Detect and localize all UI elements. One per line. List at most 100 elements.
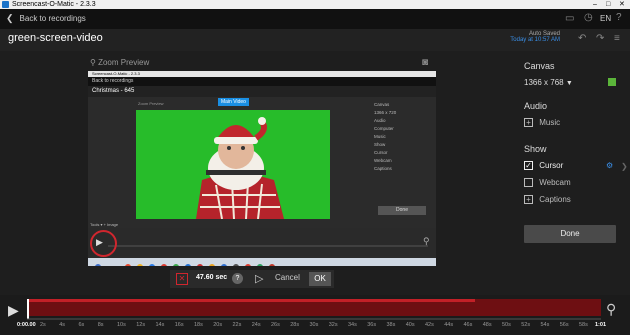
cursor-checkbox[interactable]: ✓ — [524, 161, 533, 171]
taskbar-icons — [95, 264, 275, 266]
current-time: 0:00.00 — [17, 322, 36, 328]
chat-icon[interactable]: ▭ — [565, 13, 574, 24]
timeline-tick-label: 38s — [386, 322, 396, 328]
chevron-left-icon: ❮ — [6, 13, 14, 23]
help-icon[interactable]: ? — [232, 273, 243, 284]
santa-figure — [196, 117, 284, 219]
webcam-label: Webcam — [539, 178, 571, 187]
app-topbar — [0, 9, 630, 29]
history-icon[interactable]: ◷ — [584, 12, 593, 23]
timeline-tick-label: 32s — [328, 322, 338, 328]
inner-window-title: Screencast-O-Matic - 2.3.3 — [92, 71, 140, 76]
plus-icon: + — [524, 195, 533, 205]
project-name[interactable]: green-screen-video — [8, 32, 103, 44]
playhead[interactable] — [27, 299, 29, 319]
timeline-tick-label: 46s — [463, 322, 473, 328]
end-time: 1:01 — [595, 322, 607, 328]
inner-captions: Captions — [374, 166, 392, 171]
close-button[interactable]: ✕ — [619, 0, 625, 9]
webcam-checkbox[interactable] — [524, 178, 533, 188]
play-selection-icon[interactable]: ▷ — [255, 272, 263, 285]
cut-duration: 47.60 sec — [196, 274, 228, 281]
inner-cursor: Cursor — [374, 150, 388, 155]
inner-canvas-label: Canvas — [374, 102, 390, 107]
timeline-tick-label: 14s — [155, 322, 165, 328]
inner-project-header: Christmas - 645 — [88, 86, 436, 97]
timeline-tick-label: 20s — [213, 322, 223, 328]
inner-webcam: Webcam — [374, 158, 392, 163]
ok-button[interactable]: OK — [309, 272, 331, 286]
menu-icon[interactable]: ≡ — [614, 33, 620, 44]
help-icon[interactable]: ? — [616, 12, 622, 23]
timeline-tick-label: 42s — [425, 322, 434, 328]
timeline-tick-label: 2s — [40, 322, 46, 328]
timeline-tick-label: 10s — [117, 322, 126, 328]
minimize-button[interactable]: – — [593, 0, 597, 9]
caret-down-icon: ▼ — [565, 80, 573, 87]
app-icon — [2, 1, 9, 8]
timeline-ruler: 0:00.00 2s 4s 6s 8s 10s 12s 14s 16s 18s 20s 22s 24s… — [0, 318, 630, 335]
canvas-size-value: 1366 x 768 — [524, 78, 564, 87]
inner-computer: Computer — [374, 126, 394, 131]
canvas-color-swatch[interactable] — [608, 78, 616, 86]
redo-icon[interactable]: ↷ — [596, 33, 604, 44]
timeline-tick-label: 18s — [194, 322, 203, 328]
camera-icon[interactable]: ◙ — [422, 57, 428, 68]
window-titlebar: Screencast-O-Matic - 2.3.3 – □ ✕ — [0, 0, 630, 9]
timeline-tick-label: 6s — [78, 322, 85, 328]
inner-show-label: Show — [374, 142, 386, 147]
plus-icon: + — [524, 118, 533, 128]
done-button[interactable]: Done — [524, 225, 616, 243]
chevron-right-icon[interactable]: ❯ — [621, 162, 628, 171]
timeline-tick-label: 30s — [309, 322, 319, 328]
inner-timeline-ruler — [108, 245, 428, 247]
cut-delete-icon[interactable]: ✕ — [176, 273, 188, 285]
captions-option[interactable]: + Captions — [524, 195, 571, 205]
timeline-tick-label: 50s — [502, 322, 511, 328]
cursor-option[interactable]: ✓ Cursor — [524, 161, 564, 171]
canvas-size-select[interactable]: 1366 x 768 ▼ — [524, 78, 573, 87]
preview-play-icon[interactable]: ▶ — [96, 237, 103, 248]
back-to-recordings-link[interactable]: ❮ Back to recordings — [6, 13, 86, 24]
timeline-selection[interactable] — [27, 299, 475, 302]
inner-zoom-preview: Zoom Preview — [138, 101, 164, 106]
search-icon: ⚲ — [90, 58, 96, 67]
webcam-option[interactable]: Webcam — [524, 178, 571, 188]
cursor-label: Cursor — [539, 161, 564, 170]
audio-heading: Audio — [524, 101, 548, 111]
music-label: Music — [539, 118, 561, 127]
maximize-button[interactable]: □ — [606, 0, 610, 9]
language-button[interactable]: EN — [600, 14, 611, 23]
video-preview[interactable]: Screencast-O-Matic - 2.3.3 Back to recor… — [88, 71, 436, 266]
timeline-tick-label: 40s — [405, 322, 415, 328]
back-label: Back to recordings — [19, 14, 86, 23]
music-option[interactable]: + Music — [524, 118, 561, 128]
timeline-tick-label: 58s — [579, 322, 588, 328]
zoom-preview[interactable]: ⚲ Zoom Preview — [90, 58, 149, 67]
timeline-tick-label: 54s — [540, 322, 550, 328]
zoom-icon[interactable]: ⚲ — [606, 301, 616, 318]
play-icon[interactable]: ▶ — [8, 302, 19, 319]
timeline-tick-label: 26s — [271, 322, 280, 328]
green-screen-frame — [136, 110, 330, 219]
inner-audio-label: Audio — [374, 118, 386, 123]
inner-main-video-badge: Main Video — [218, 98, 249, 106]
inner-music: Music — [374, 134, 386, 139]
preview-zoom-icon[interactable]: ⚲ — [423, 236, 430, 247]
undo-icon[interactable]: ↶ — [578, 33, 586, 44]
timeline-tick-label: 34s — [348, 322, 357, 328]
autosave-status: Auto Saved Today at 10:57 AM — [500, 31, 560, 43]
cancel-button[interactable]: Cancel — [275, 273, 300, 282]
cursor-settings-icon[interactable]: ⚙ — [606, 161, 613, 170]
inner-back-label: Back to recordings — [92, 78, 134, 84]
timeline-tick-label: 22s — [232, 322, 242, 328]
inner-taskbar — [88, 258, 436, 266]
timeline-tick-label: 44s — [444, 322, 454, 328]
inner-topbar: Back to recordings — [88, 77, 436, 86]
timeline-tick-label: 48s — [482, 322, 492, 328]
canvas-heading: Canvas — [524, 61, 555, 71]
timeline-tick-label: 8s — [97, 322, 104, 328]
timeline-tick-label: 4s — [59, 322, 66, 328]
autosave-time: Today at 10:57 AM — [510, 37, 560, 43]
inner-canvas-value: 1366 x 720 — [374, 110, 397, 115]
